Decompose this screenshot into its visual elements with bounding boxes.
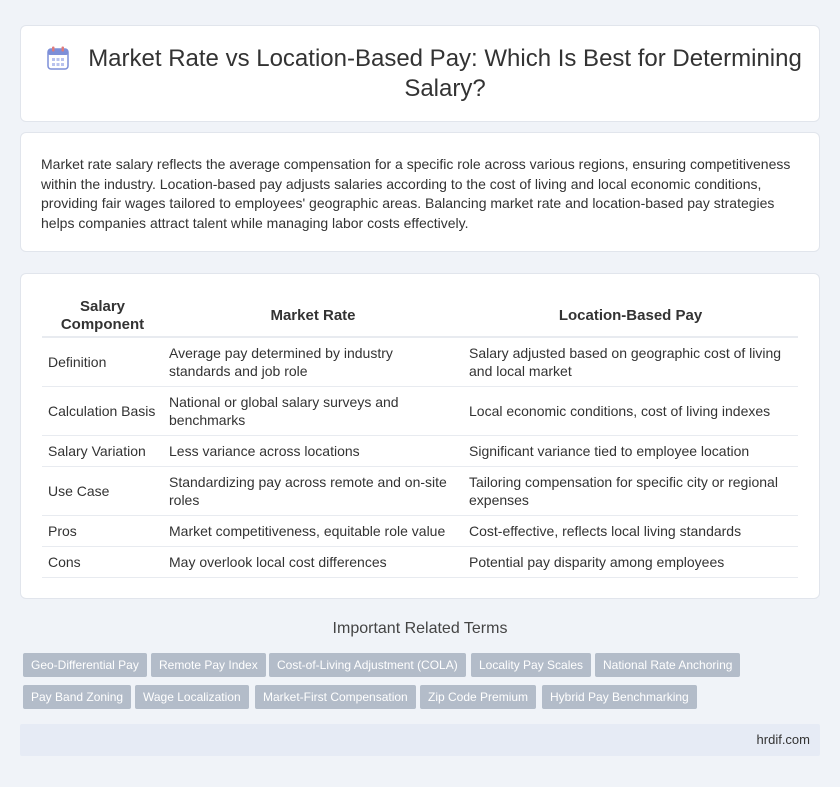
- comparison-table: Salary Component Market Rate Location-Ba…: [42, 295, 798, 578]
- table-row: Salary Variation Less variance across lo…: [42, 436, 798, 467]
- footer: hrdif.com: [20, 724, 820, 756]
- footer-site-link[interactable]: hrdif.com: [757, 732, 810, 747]
- header-location-based-pay: Location-Based Pay: [463, 295, 798, 338]
- title-card: Market Rate vs Location-Based Pay: Which…: [20, 25, 820, 122]
- related-term-tag[interactable]: Pay Band Zoning: [23, 685, 132, 709]
- market-rate-cell: Market competitiveness, equitable role v…: [163, 516, 463, 547]
- location-pay-cell: Tailoring compensation for specific city…: [463, 467, 798, 516]
- table-row: Pros Market competitiveness, equitable r…: [42, 516, 798, 547]
- market-rate-cell: Average pay determined by industry stand…: [163, 338, 463, 387]
- comparison-table-card: Salary Component Market Rate Location-Ba…: [20, 273, 820, 599]
- table-row: Definition Average pay determined by ind…: [42, 338, 798, 387]
- location-pay-cell: Significant variance tied to employee lo…: [463, 436, 798, 467]
- market-rate-cell: May overlook local cost differences: [163, 547, 463, 578]
- header-market-rate: Market Rate: [163, 295, 463, 338]
- row-label: Cons: [42, 547, 163, 578]
- row-label: Use Case: [42, 467, 163, 516]
- intro-text: Market rate salary reflects the average …: [41, 156, 791, 231]
- location-pay-cell: Salary adjusted based on geographic cost…: [463, 338, 798, 387]
- location-pay-cell: Potential pay disparity among employees: [463, 547, 798, 578]
- related-term-tag[interactable]: Zip Code Premium: [420, 685, 537, 709]
- table-row: Use Case Standardizing pay across remote…: [42, 467, 798, 516]
- related-term-tag[interactable]: Remote Pay Index: [151, 653, 266, 677]
- row-label: Salary Variation: [42, 436, 163, 467]
- market-rate-cell: Standardizing pay across remote and on-s…: [163, 467, 463, 516]
- table-row: Calculation Basis National or global sal…: [42, 387, 798, 436]
- related-term-tag[interactable]: Locality Pay Scales: [471, 653, 592, 677]
- related-term-tag[interactable]: Market-First Compensation: [255, 685, 416, 709]
- related-term-tag[interactable]: Wage Localization: [135, 685, 249, 709]
- location-pay-cell: Cost-effective, reflects local living st…: [463, 516, 798, 547]
- location-pay-cell: Local economic conditions, cost of livin…: [463, 387, 798, 436]
- table-header-row: Salary Component Market Rate Location-Ba…: [42, 295, 798, 338]
- market-rate-cell: Less variance across locations: [163, 436, 463, 467]
- related-term-tag[interactable]: Geo-Differential Pay: [23, 653, 147, 677]
- row-label: Pros: [42, 516, 163, 547]
- table-row: Cons May overlook local cost differences…: [42, 547, 798, 578]
- related-term-tag[interactable]: Hybrid Pay Benchmarking: [542, 685, 697, 709]
- page-title: Market Rate vs Location-Based Pay: Which…: [88, 45, 802, 102]
- row-label: Calculation Basis: [42, 387, 163, 436]
- related-term-tag[interactable]: National Rate Anchoring: [595, 653, 741, 677]
- calendar-icon: [47, 46, 69, 70]
- related-terms-heading: Important Related Terms: [332, 620, 508, 637]
- row-label: Definition: [42, 338, 163, 387]
- header-salary-component: Salary Component: [42, 295, 163, 338]
- related-term-tag[interactable]: Cost-of-Living Adjustment (COLA): [269, 653, 466, 677]
- intro-card: Market rate salary reflects the average …: [20, 132, 820, 252]
- market-rate-cell: National or global salary surveys and be…: [163, 387, 463, 436]
